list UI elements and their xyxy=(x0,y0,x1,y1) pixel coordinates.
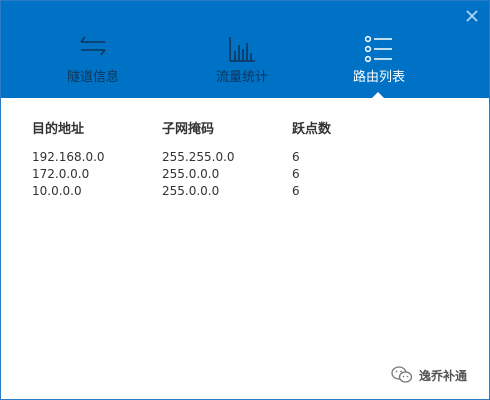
swap-arrows-icon xyxy=(80,36,106,56)
list-icon xyxy=(364,35,392,63)
wechat-icon xyxy=(391,366,413,383)
column-header-metric: 跃点数 xyxy=(292,122,332,137)
tab-header-bar: 隧道信息 流量统计 路由列表 xyxy=(1,1,489,99)
watermark: 逸乔补通 xyxy=(391,365,467,385)
tab-tunnel-info[interactable]: 隧道信息 xyxy=(33,35,153,86)
tab-label: 路由列表 xyxy=(352,70,405,85)
route-destination: 172.0.0.0 xyxy=(32,167,90,181)
watermark-text: 逸乔补通 xyxy=(418,368,467,383)
table-header-row: 目的地址 子网掩码 跃点数 xyxy=(32,121,372,139)
route-metric: 6 xyxy=(292,184,300,198)
route-subnet-mask: 255.0.0.0 xyxy=(162,167,220,181)
route-destination: 10.0.0.0 xyxy=(32,184,82,198)
route-subnet-mask: 255.0.0.0 xyxy=(162,184,220,198)
tab-traffic-stats[interactable]: 流量统计 xyxy=(182,35,302,86)
column-header-destination: 目的地址 xyxy=(32,122,85,137)
active-tab-pointer xyxy=(371,92,385,99)
close-icon xyxy=(466,10,478,22)
route-metric: 6 xyxy=(292,150,300,164)
bar-chart-icon xyxy=(229,37,255,62)
route-table: 目的地址 子网掩码 跃点数 192.168.0.0 255.255.0.0 6 … xyxy=(32,121,372,200)
route-metric: 6 xyxy=(292,167,300,181)
table-row: 192.168.0.0 255.255.0.0 6 xyxy=(32,149,372,166)
tab-label: 隧道信息 xyxy=(66,70,119,85)
table-row: 10.0.0.0 255.0.0.0 6 xyxy=(32,183,372,200)
close-button[interactable] xyxy=(464,8,480,24)
route-destination: 192.168.0.0 xyxy=(32,150,105,164)
route-subnet-mask: 255.255.0.0 xyxy=(162,150,235,164)
table-row: 172.0.0.0 255.0.0.0 6 xyxy=(32,166,372,183)
tab-label: 流量统计 xyxy=(215,70,268,85)
tab-route-list[interactable]: 路由列表 xyxy=(319,35,439,86)
vpn-client-window: 隧道信息 流量统计 路由列表 目的地址 子网掩码 跃点数 192.168.0.0… xyxy=(0,0,490,400)
column-header-subnet-mask: 子网掩码 xyxy=(162,122,215,137)
